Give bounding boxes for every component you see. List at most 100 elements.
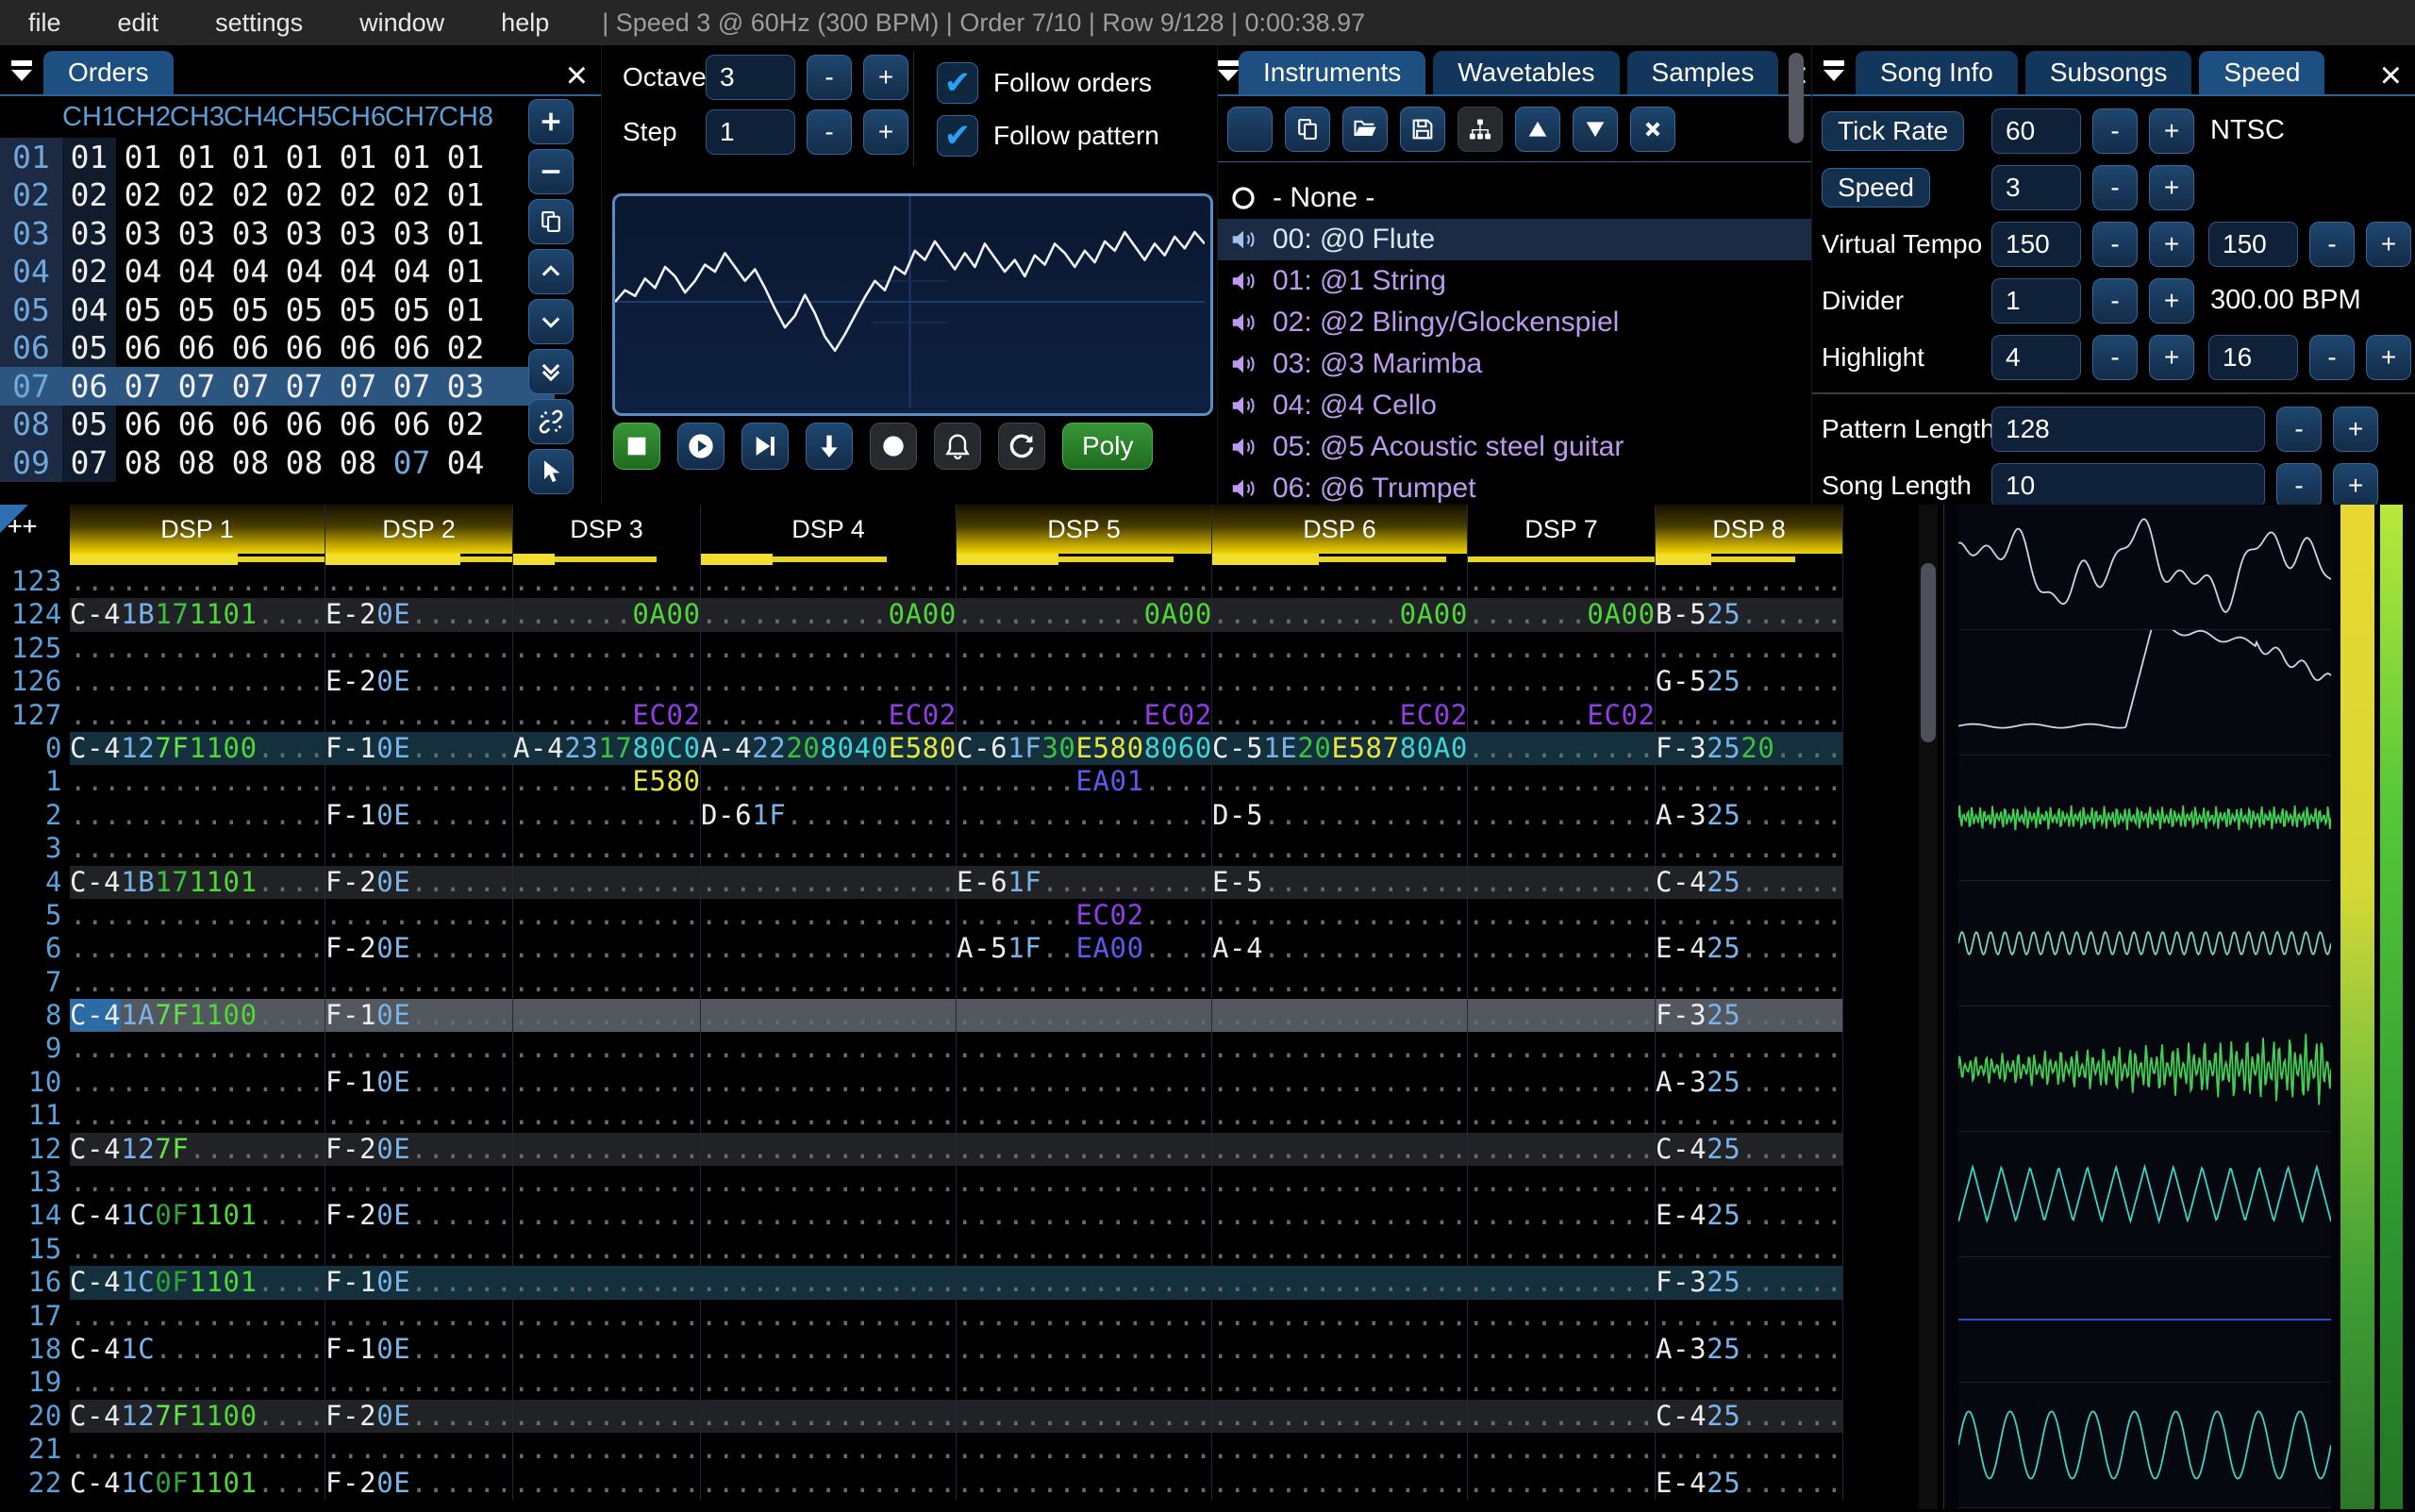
pattern-cell[interactable]: ...............: [70, 898, 325, 933]
pattern-cell[interactable]: ...........: [1656, 1099, 1843, 1133]
chevron-up-icon[interactable]: [528, 249, 574, 294]
pattern-cell[interactable]: ...............: [701, 665, 957, 699]
close-icon[interactable]: ×: [566, 57, 588, 94]
pattern-cell[interactable]: F-10E......: [325, 1266, 513, 1300]
pattern-cell[interactable]: ...............: [70, 765, 325, 799]
virtual-tempo-plus-button[interactable]: +: [2149, 221, 2194, 267]
order-cell[interactable]: 02: [439, 406, 492, 444]
stop-icon[interactable]: [613, 423, 660, 470]
pattern-cell[interactable]: .......E580: [513, 765, 701, 799]
pattern-row-18[interactable]: 18 C-41C..........F-10E..................…: [0, 1332, 1843, 1367]
panel-collapse-icon[interactable]: [1218, 47, 1239, 94]
step-plus-button[interactable]: +: [863, 109, 908, 155]
chevron-down-icon[interactable]: [528, 299, 574, 344]
pattern-cell[interactable]: ...............: [701, 1199, 957, 1233]
pointer-icon[interactable]: [528, 449, 574, 494]
highlight-secondary-input[interactable]: 16: [2208, 334, 2298, 380]
virtual-tempo-secondary-plus-button[interactable]: +: [2366, 221, 2411, 267]
pattern-cell[interactable]: ...............: [1212, 999, 1468, 1033]
octave-plus-button[interactable]: +: [863, 55, 908, 100]
order-row-number[interactable]: 05: [0, 291, 62, 329]
pattern-cell[interactable]: ...........: [1468, 865, 1656, 899]
virtual-tempo-input[interactable]: 150: [1991, 221, 2081, 267]
pattern-row-11[interactable]: 11......................................…: [0, 1099, 1843, 1133]
unlink-icon[interactable]: [528, 399, 574, 444]
pattern-row-0[interactable]: 0 C-4127F1100....F-10E......A-4231780C0A-…: [0, 731, 1843, 766]
order-row-02[interactable]: 02 02 02 02 02 02 02 02 01: [0, 175, 555, 215]
pattern-cell[interactable]: E-61F..........: [957, 865, 1212, 899]
pattern-cell[interactable]: ...............: [957, 798, 1212, 833]
channel-name[interactable]: DSP 1: [70, 505, 325, 554]
order-cell[interactable]: 04: [62, 291, 116, 329]
pattern-cell[interactable]: ...........: [1468, 765, 1656, 799]
pattern-row-22[interactable]: 22 C-41C0F1101....F-20E..................…: [0, 1466, 1843, 1500]
pattern-cell[interactable]: C-41C0F1101....: [70, 1266, 325, 1300]
order-cell[interactable]: 08: [170, 443, 224, 482]
pattern-cell[interactable]: ...............: [957, 565, 1212, 599]
pattern-cell[interactable]: ...........: [325, 1099, 513, 1133]
channel-header-6[interactable]: DSP 6: [1212, 505, 1468, 565]
pattern-cell[interactable]: ...........EC02: [1212, 698, 1468, 732]
pattern-cell[interactable]: ...............: [957, 631, 1212, 666]
pattern-cell[interactable]: ...............: [1212, 1299, 1468, 1333]
pattern-cell[interactable]: ...............: [957, 1132, 1212, 1167]
pattern-cell[interactable]: ...............: [957, 1399, 1212, 1434]
close-icon[interactable]: ×: [2380, 57, 2402, 94]
pattern-cell[interactable]: ...............: [957, 1166, 1212, 1200]
order-cell[interactable]: 07: [331, 367, 385, 406]
pattern-cell[interactable]: ...............: [1212, 665, 1468, 699]
order-cell[interactable]: 04: [170, 253, 224, 291]
pattern-cell[interactable]: ...........: [1468, 832, 1656, 866]
pattern-cell[interactable]: ...............: [701, 999, 957, 1033]
pattern-cell[interactable]: ...........: [1656, 1299, 1843, 1333]
pattern-cell[interactable]: ...........: [1656, 698, 1843, 732]
order-cell[interactable]: 01: [62, 138, 116, 176]
instrument-item[interactable]: 02: @2 Blingy/Glockenspiel: [1218, 302, 1812, 343]
pattern-cell[interactable]: ...............: [701, 1099, 957, 1133]
virtual-tempo-secondary-minus-button[interactable]: -: [2309, 221, 2355, 267]
poly-button[interactable]: Poly: [1062, 423, 1154, 470]
pattern-cell[interactable]: ...............: [957, 1299, 1212, 1333]
pattern-cell[interactable]: ...........: [325, 1032, 513, 1066]
pattern-row-123[interactable]: 123.....................................…: [0, 565, 1843, 599]
order-cell[interactable]: 03: [224, 214, 277, 253]
pattern-cell[interactable]: ...........: [1468, 1099, 1656, 1133]
instrument-item[interactable]: 04: @4 Cello: [1218, 385, 1812, 426]
pattern-row-6[interactable]: 6 ...............F-20E...................…: [0, 932, 1843, 966]
pattern-cell[interactable]: ...........: [1468, 1466, 1656, 1500]
pattern-cell[interactable]: ...........0A00: [957, 598, 1212, 632]
instrument-item[interactable]: 00: @0 Flute: [1218, 219, 1812, 260]
pattern-cell[interactable]: ...............: [701, 1166, 957, 1200]
order-row-number[interactable]: 06: [0, 328, 62, 367]
pattern-cell[interactable]: ...........: [513, 1433, 701, 1467]
pattern-cell[interactable]: ...........: [1656, 1366, 1843, 1400]
order-cell[interactable]: 04: [385, 253, 439, 291]
pattern-cell[interactable]: A-325......: [1656, 798, 1843, 833]
channel-header-2[interactable]: DSP 2: [325, 505, 513, 565]
pattern-row-12[interactable]: 12 C-4127F........F-20E..................…: [0, 1132, 1843, 1167]
pattern-cell[interactable]: ...............: [1212, 1032, 1468, 1066]
pattern-cell[interactable]: ...............: [70, 665, 325, 699]
pattern-cell[interactable]: C-41B171101....: [70, 865, 325, 899]
instrument-list-scrollbar[interactable]: [1789, 53, 1804, 143]
pattern-cell[interactable]: ...........: [325, 1166, 513, 1200]
order-cell[interactable]: 05: [170, 291, 224, 329]
folder-tree-icon[interactable]: [1457, 107, 1503, 152]
open-folder-icon[interactable]: [1342, 107, 1388, 152]
pattern-cell[interactable]: E-20E......: [325, 598, 513, 632]
order-cell[interactable]: 06: [116, 329, 170, 368]
tab-samples[interactable]: Samples: [1626, 51, 1779, 94]
order-cell[interactable]: 02: [385, 176, 439, 215]
menu-window[interactable]: window: [331, 0, 473, 45]
order-cell[interactable]: 02: [62, 252, 116, 291]
pattern-cell[interactable]: F-20E......: [325, 1466, 513, 1500]
pattern-row-19[interactable]: 19......................................…: [0, 1366, 1843, 1400]
pattern-cell[interactable]: ...............: [957, 1099, 1212, 1133]
pattern-cell[interactable]: ...........: [1468, 1399, 1656, 1434]
pattern-cell[interactable]: F-325......: [1656, 999, 1843, 1033]
order-cell[interactable]: 04: [277, 253, 331, 291]
channel-name[interactable]: DSP 3: [513, 505, 700, 554]
pattern-cell[interactable]: C-425......: [1656, 865, 1843, 899]
order-cell[interactable]: 06: [385, 406, 439, 444]
order-cell[interactable]: 01: [385, 138, 439, 176]
